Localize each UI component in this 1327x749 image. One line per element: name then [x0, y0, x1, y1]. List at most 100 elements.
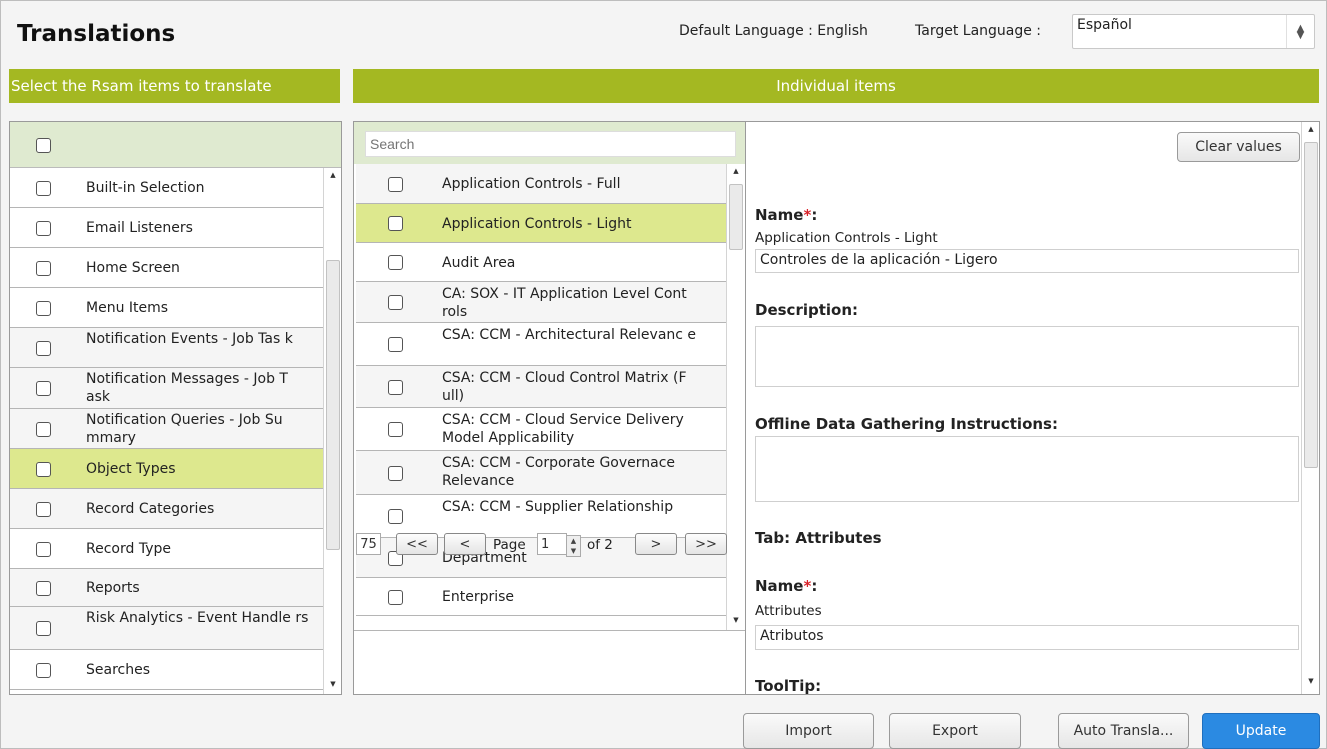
item-label: CA: SOX - IT Application Level Cont rols	[442, 286, 687, 320]
category-checkbox[interactable]	[36, 421, 51, 437]
item-checkbox[interactable]	[388, 422, 403, 437]
category-row[interactable]: Record Type	[10, 529, 323, 569]
category-label: Object Types	[86, 461, 176, 477]
categories-panel: Built-in Selection Email Listeners Home Sc…	[9, 121, 342, 695]
item-row[interactable]: CSA: CCM - Cloud Service Delivery Model …	[356, 408, 726, 451]
item-checkbox[interactable]	[388, 295, 403, 310]
category-checkbox[interactable]	[36, 260, 51, 276]
detail-panel: Clear values Name*: Application Controls…	[745, 121, 1320, 695]
category-checkbox[interactable]	[36, 662, 51, 678]
item-checkbox[interactable]	[388, 379, 403, 395]
scroll-down-icon[interactable]: ▼	[727, 616, 745, 624]
item-checkbox[interactable]	[388, 216, 403, 231]
page-spinner-icon[interactable]: ▲ ▼	[566, 535, 581, 557]
search-input[interactable]	[365, 131, 736, 157]
category-checkbox[interactable]	[36, 180, 51, 196]
category-row[interactable]: Record Categories	[10, 489, 323, 529]
category-row[interactable]: Notification Messages - Job T ask	[10, 368, 323, 409]
scroll-down-icon[interactable]: ▼	[1302, 677, 1319, 685]
item-label: Application Controls - Full	[442, 176, 621, 192]
items-scrollbar[interactable]: ▲ ▼	[726, 164, 744, 630]
page-title: Translations	[17, 21, 176, 47]
item-checkbox[interactable]	[388, 255, 403, 270]
item-label: CSA: CCM - Supplier Relationship	[442, 499, 674, 515]
select-all-categories-checkbox[interactable]	[36, 138, 51, 153]
first-page-button[interactable]: <<	[396, 533, 438, 555]
category-label: Notification Messages - Job T ask	[86, 371, 288, 405]
category-row[interactable]: Searches	[10, 650, 323, 690]
category-row[interactable]: Notification Queries - Job Su mmary	[10, 409, 323, 449]
category-checkbox[interactable]	[36, 340, 51, 356]
item-checkbox[interactable]	[388, 509, 403, 524]
category-row[interactable]: Notification Events - Job Tas k	[10, 328, 323, 368]
category-checkbox[interactable]	[36, 580, 51, 596]
item-checkbox[interactable]	[388, 465, 403, 481]
scroll-down-icon[interactable]: ▼	[324, 680, 341, 688]
categories-list: Built-in Selection Email Listeners Home Sc…	[10, 168, 323, 690]
item-row[interactable]: CSA: CCM - Cloud Control Matrix (F ull)	[356, 366, 726, 408]
target-language-value: Español	[1077, 17, 1132, 33]
import-button[interactable]: Import	[743, 713, 874, 749]
category-checkbox[interactable]	[36, 541, 51, 557]
category-checkbox[interactable]	[36, 220, 51, 236]
tab-name-translation-input[interactable]: Atributos	[755, 625, 1299, 650]
scroll-up-icon[interactable]: ▲	[324, 171, 341, 179]
categories-scrollbar[interactable]: ▲ ▼	[323, 168, 341, 694]
export-button[interactable]: Export	[889, 713, 1021, 749]
clear-values-button[interactable]: Clear values	[1177, 132, 1300, 162]
update-button[interactable]: Update	[1202, 713, 1320, 749]
item-row[interactable]: CSA: CCM - Supplier Relationship	[356, 495, 726, 538]
category-checkbox[interactable]	[36, 381, 51, 396]
auto-translate-button[interactable]: Auto Transla...	[1058, 713, 1189, 749]
item-label: CSA: CCM - Cloud Service Delivery Model …	[442, 412, 684, 446]
item-row[interactable]: CSA: CCM - Corporate Governace Relevance	[356, 451, 726, 495]
item-label: Application Controls - Light	[442, 215, 632, 232]
category-label: Home Screen	[86, 260, 180, 276]
scroll-up-icon[interactable]: ▲	[1302, 125, 1319, 133]
category-label: Record Type	[86, 541, 171, 557]
scroll-thumb[interactable]	[1304, 142, 1318, 468]
description-textarea[interactable]	[755, 326, 1299, 387]
target-language-select[interactable]: Español ▲ ▼	[1072, 14, 1315, 49]
page-label: Page	[493, 537, 526, 553]
next-page-button[interactable]: >	[635, 533, 677, 555]
scroll-thumb[interactable]	[326, 260, 340, 550]
item-label: CSA: CCM - Cloud Control Matrix (F ull)	[442, 370, 687, 404]
item-row[interactable]: Audit Area	[356, 243, 726, 282]
item-row[interactable]: Enterprise	[356, 578, 726, 616]
item-label: CSA: CCM - Architectural Relevanc e	[442, 327, 697, 343]
category-row[interactable]: Home Screen	[10, 248, 323, 288]
offline-instructions-label: Offline Data Gathering Instructions:	[755, 415, 1058, 433]
name-translation-input[interactable]: Controles de la aplicación - Ligero	[755, 249, 1299, 273]
item-row[interactable]: Application Controls - Light	[356, 204, 726, 243]
detail-scrollbar[interactable]: ▲ ▼	[1301, 122, 1319, 694]
category-row[interactable]: Menu Items	[10, 288, 323, 328]
individual-items-band: Individual items	[353, 69, 1319, 103]
item-checkbox[interactable]	[388, 337, 403, 352]
item-row[interactable]: CSA: CCM - Architectural Relevanc e	[356, 323, 726, 366]
prev-page-button[interactable]: <	[444, 533, 486, 555]
tab-name-default-value: Attributes	[755, 603, 822, 619]
scroll-thumb[interactable]	[729, 184, 743, 250]
last-page-button[interactable]: >>	[685, 533, 727, 555]
item-label: Audit Area	[442, 254, 516, 271]
page-number-field[interactable]: 1	[537, 533, 567, 555]
category-checkbox[interactable]	[36, 461, 51, 477]
item-checkbox[interactable]	[388, 176, 403, 192]
category-row[interactable]: Email Listeners	[10, 208, 323, 248]
category-checkbox[interactable]	[36, 300, 51, 316]
item-row[interactable]: CA: SOX - IT Application Level Cont rols	[356, 282, 726, 323]
category-row[interactable]: Reports	[10, 569, 323, 607]
category-row[interactable]: Risk Analytics - Event Handle rs	[10, 607, 323, 650]
item-row[interactable]: Application Controls - Full	[356, 164, 726, 204]
items-panel: Application Controls - Full Application C…	[353, 121, 745, 695]
category-checkbox[interactable]	[36, 501, 51, 517]
scroll-up-icon[interactable]: ▲	[727, 167, 745, 175]
tab-attributes-heading: Tab: Attributes	[755, 529, 882, 547]
category-row[interactable]: Object Types	[10, 449, 323, 489]
offline-instructions-textarea[interactable]	[755, 436, 1299, 502]
page-size-field[interactable]: 75	[356, 533, 381, 555]
category-checkbox[interactable]	[36, 621, 51, 636]
category-row[interactable]: Built-in Selection	[10, 168, 323, 208]
item-checkbox[interactable]	[388, 589, 403, 605]
